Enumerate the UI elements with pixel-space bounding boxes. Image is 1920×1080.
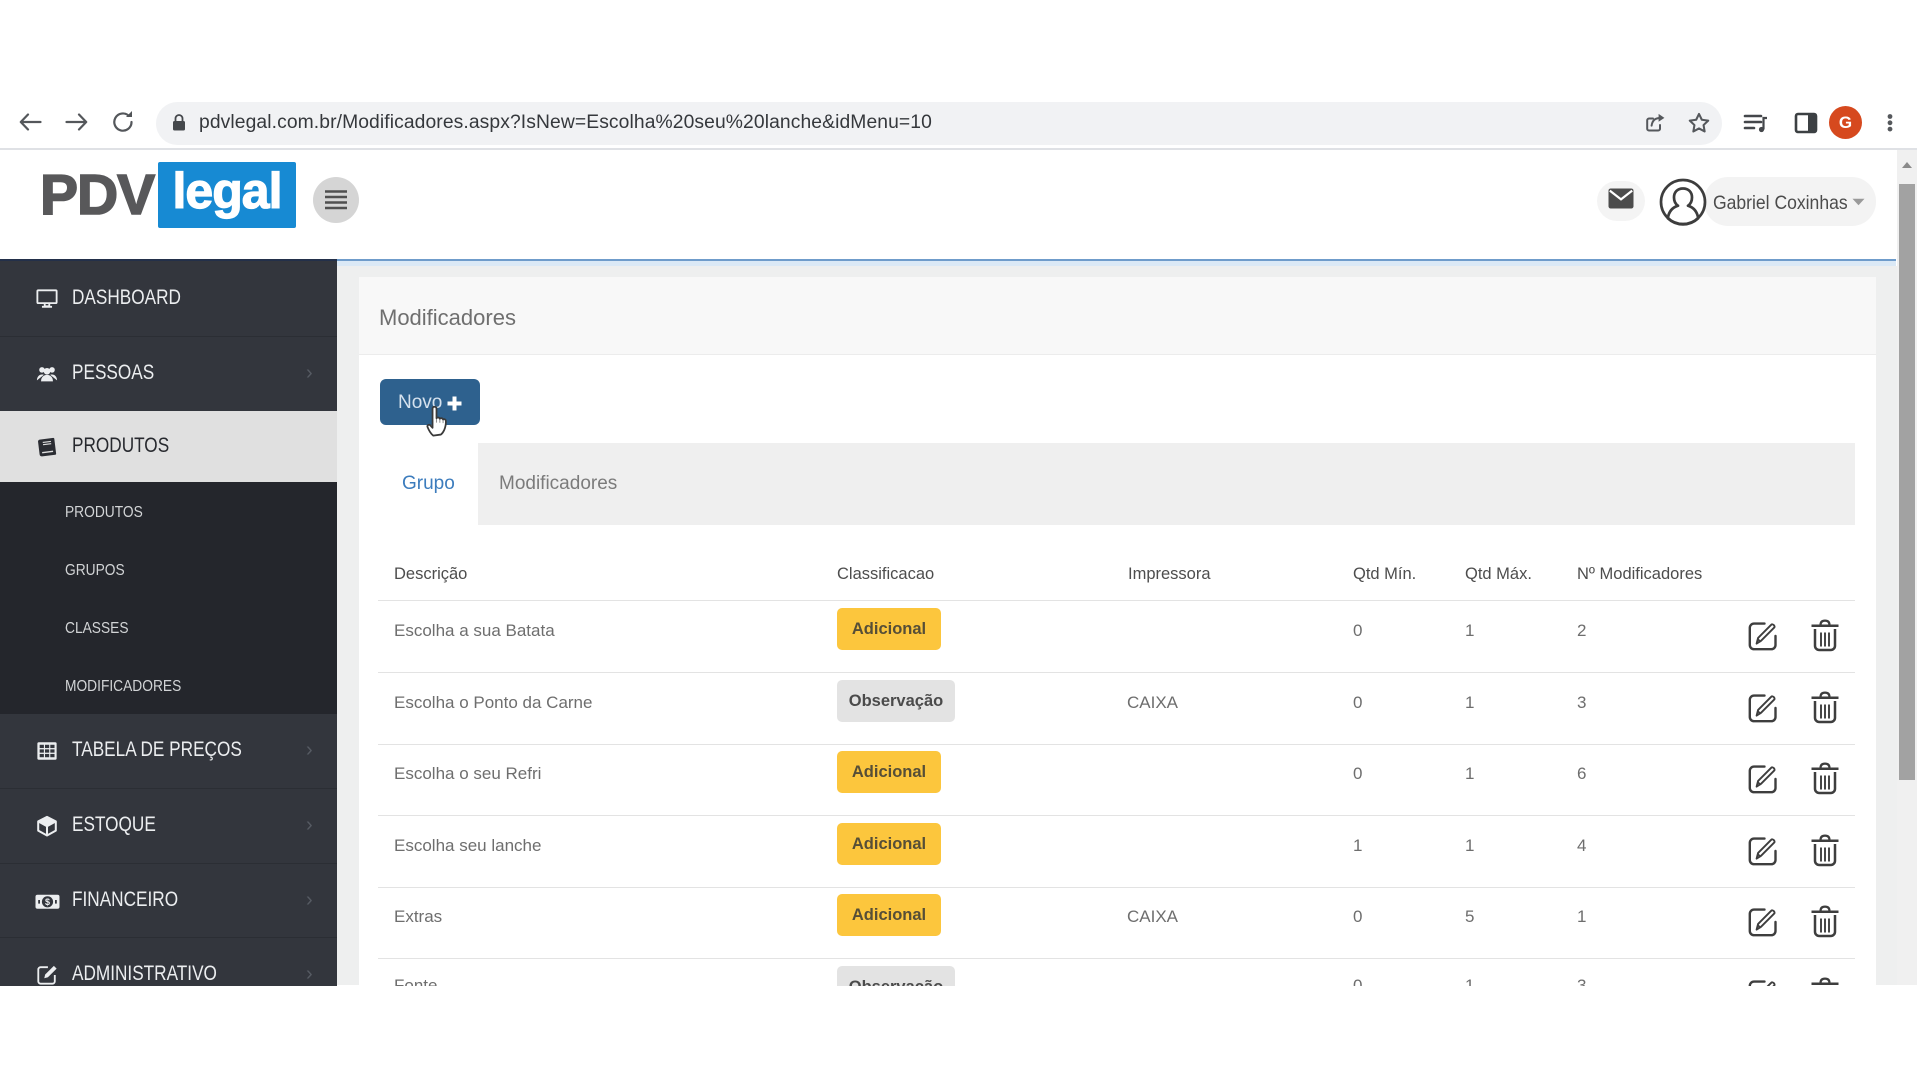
svg-text:$: $: [45, 897, 50, 907]
